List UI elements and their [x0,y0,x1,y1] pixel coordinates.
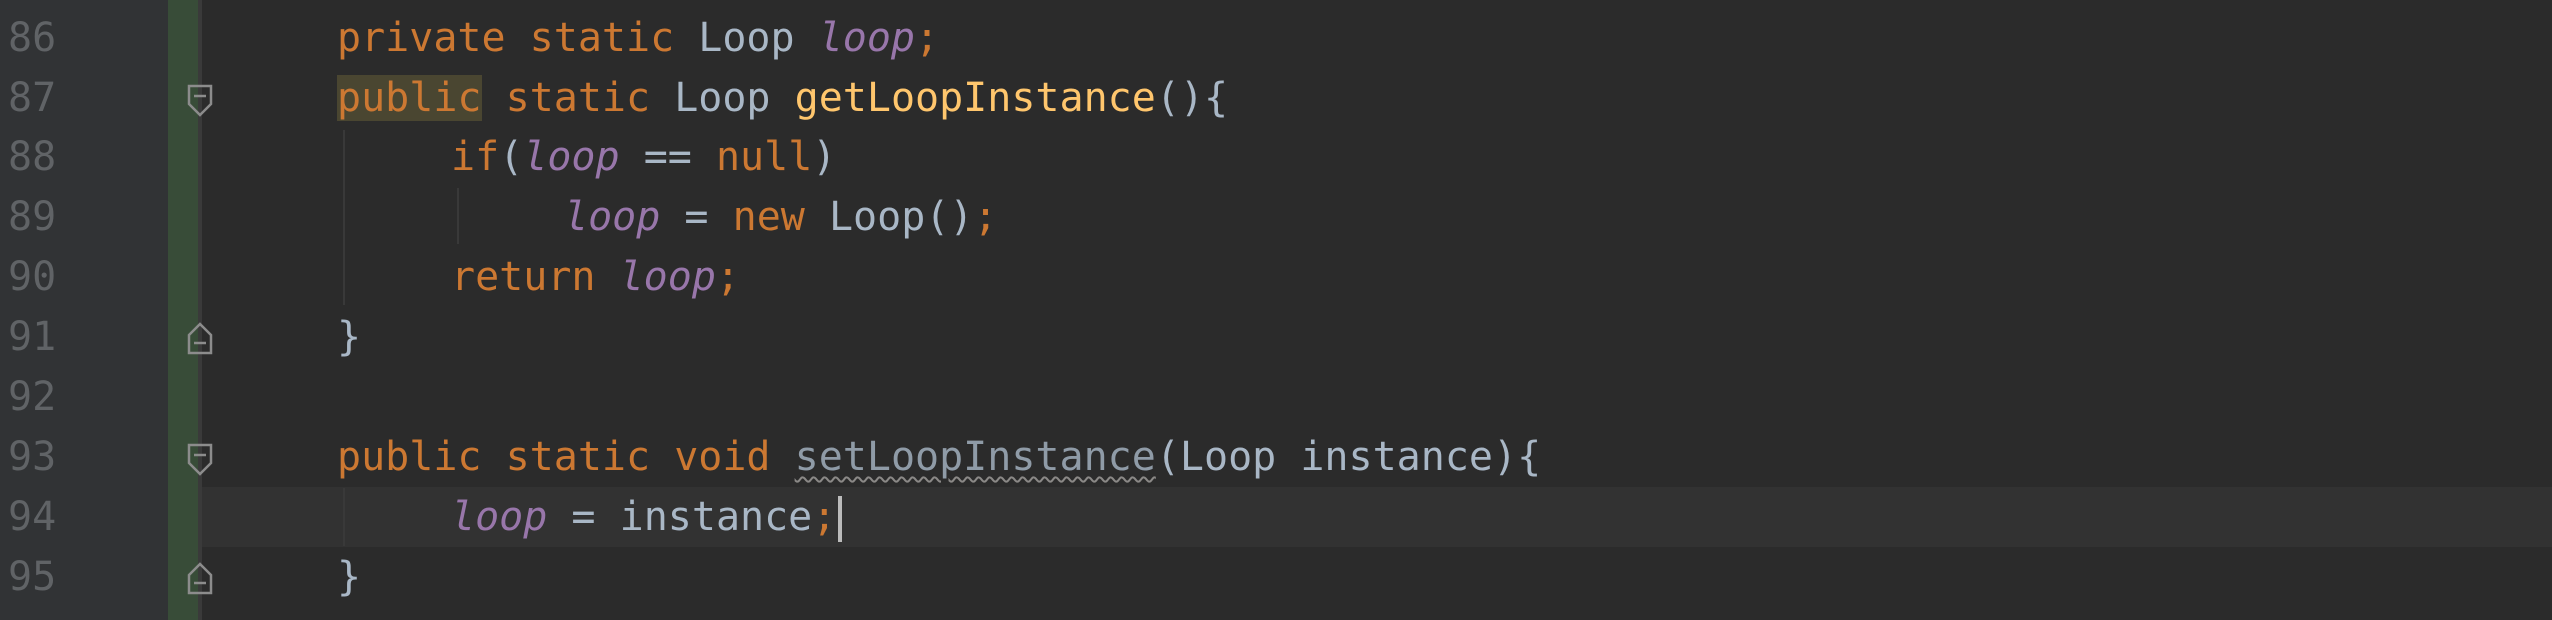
punctuation: ( [499,134,524,180]
fold-open-icon[interactable] [186,443,214,477]
method-name: getLoopInstance [794,75,1156,121]
keyword: static [505,75,651,121]
line-number: 95 [8,554,57,600]
field-name: loop [523,134,620,180]
field-name: loop [818,15,916,61]
field-name: loop [564,194,661,240]
highlighted-keyword: public [337,75,482,121]
keyword: new [732,194,805,240]
code-line-90[interactable]: return loop; [451,247,740,307]
operator: == [643,134,692,180]
parameter-name: instance [619,494,813,540]
line-number: 88 [8,134,57,180]
code-editor[interactable]: 86 87 88 89 90 91 92 93 94 95 private st… [0,0,2552,620]
code-line-88[interactable]: if(loop == null) [451,127,836,187]
line-number: 87 [8,75,57,121]
punctuation: ) [812,134,837,180]
line-number: 86 [8,15,57,61]
line-number: 93 [8,434,57,480]
parameter-list: (Loop instance){ [1155,434,1542,480]
line-number: 92 [8,374,57,420]
keyword: private [337,15,506,61]
closing-brace: } [337,314,362,360]
closing-brace: } [337,554,362,600]
fold-close-icon[interactable] [186,321,214,355]
code-line-93[interactable]: public static void setLoopInstance(Loop … [337,427,1541,487]
field-name: loop [451,494,548,540]
line-number: 91 [8,314,57,360]
line-number: 89 [8,194,57,240]
line-number: 90 [8,254,57,300]
operator: = [571,494,596,540]
line-number: 94 [8,494,57,540]
indent-guide [343,488,345,546]
semicolon: ; [715,254,741,300]
indent-guide [343,130,345,305]
code-line-87[interactable]: public static Loop getLoopInstance(){ [337,68,1228,128]
code-line-86[interactable]: private static Loop loop; [337,8,939,68]
keyword: void [674,434,771,480]
type-name: Loop [698,15,795,61]
semicolon: ; [973,194,998,240]
keyword: return [451,254,596,300]
code-line-91[interactable]: } [337,307,361,367]
semicolon: ; [915,15,940,61]
semicolon: ; [812,494,837,540]
keyword: static [529,15,675,61]
keyword: if [451,134,500,180]
text-caret [838,496,843,542]
type-name: Loop [674,75,771,121]
code-line-95[interactable]: } [337,547,361,607]
keyword: static [505,434,651,480]
fold-close-icon[interactable] [186,561,214,595]
field-name: loop [619,254,716,300]
keyword: null [715,134,813,180]
punctuation: (){ [1155,75,1229,121]
indent-guide [457,188,459,244]
code-line-94[interactable]: loop = instance; [451,487,843,547]
operator: = [684,194,709,240]
fold-open-icon[interactable] [186,84,214,118]
constructor-call: Loop() [828,194,974,240]
code-line-89[interactable]: loop = new Loop(); [564,187,998,247]
keyword: public [337,434,482,480]
unused-method-name: setLoopInstance [794,434,1156,480]
